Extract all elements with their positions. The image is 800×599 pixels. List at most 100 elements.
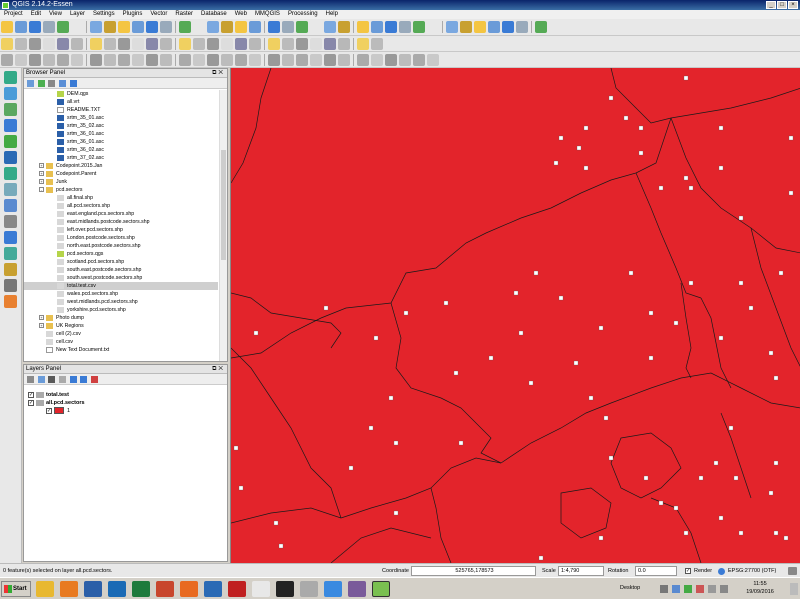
browser-item[interactable]: README.TXT	[24, 106, 218, 114]
digitize-tool-icon[interactable]	[357, 38, 369, 50]
filter-icon[interactable]	[48, 80, 56, 87]
java-taskbar-icon[interactable]	[252, 581, 270, 597]
matlab-taskbar-icon[interactable]	[180, 581, 198, 597]
map-nav-tool-icon[interactable]	[43, 21, 55, 33]
map-nav-tool-icon[interactable]	[338, 21, 350, 33]
network-icon[interactable]	[708, 585, 716, 593]
advanced-edit-tool-icon[interactable]	[235, 54, 247, 66]
add-layer-icon[interactable]	[4, 247, 17, 260]
advanced-edit-tool-icon[interactable]	[385, 54, 397, 66]
browser-item[interactable]: - pcd.sectors	[24, 186, 218, 194]
add-layer-icon[interactable]	[4, 71, 17, 84]
layer-item[interactable]: ✓ total.test	[24, 391, 227, 399]
digitize-tool-icon[interactable]	[71, 38, 83, 50]
menu-project[interactable]: Project	[4, 10, 23, 19]
digitize-tool-icon[interactable]	[90, 38, 102, 50]
map-nav-tool-icon[interactable]	[399, 21, 411, 33]
digitize-tool-icon[interactable]	[15, 38, 27, 50]
show-desktop-button[interactable]	[790, 583, 798, 595]
map-nav-tool-icon[interactable]	[193, 21, 205, 33]
layer-visibility-checkbox[interactable]: ✓	[28, 399, 34, 406]
map-nav-tool-icon[interactable]	[1, 21, 13, 33]
advanced-edit-tool-icon[interactable]	[249, 54, 261, 66]
browser-item[interactable]: south.west.postcode.sectors.shp	[24, 274, 218, 282]
layer-item[interactable]: ✓ all.pcd.sectors	[24, 399, 227, 407]
browser-item[interactable]: pcd.sectors.qgs	[24, 250, 218, 258]
map-nav-tool-icon[interactable]	[446, 21, 458, 33]
add-layer-icon[interactable]	[4, 103, 17, 116]
add-layer-icon[interactable]	[4, 279, 17, 292]
legend-checkbox[interactable]: ✓	[46, 407, 52, 414]
spss-taskbar-icon[interactable]	[228, 581, 246, 597]
advanced-edit-tool-icon[interactable]	[371, 54, 383, 66]
digitize-tool-icon[interactable]	[310, 38, 322, 50]
digitize-tool-icon[interactable]	[118, 38, 130, 50]
panel-window-buttons[interactable]: ⧉✕	[212, 69, 225, 78]
scrollbar-thumb[interactable]	[221, 150, 226, 260]
browser-item[interactable]: New Text Document.txt	[24, 346, 218, 354]
map-nav-tool-icon[interactable]	[104, 21, 116, 33]
refresh-icon[interactable]	[37, 80, 45, 87]
style-icon[interactable]	[27, 376, 34, 383]
browser-item[interactable]: cell.csv	[24, 338, 218, 346]
map-nav-tool-icon[interactable]	[221, 21, 233, 33]
digitize-tool-icon[interactable]	[146, 38, 158, 50]
browser-item[interactable]: + Photo dump	[24, 314, 218, 322]
menu-settings[interactable]: Settings	[93, 10, 115, 19]
map-nav-tool-icon[interactable]	[71, 21, 83, 33]
scale-combobox[interactable]: 1:4,790	[558, 566, 604, 576]
browser-item[interactable]: srtm_36_02.asc	[24, 146, 218, 154]
digitize-tool-icon[interactable]	[324, 38, 336, 50]
digitize-tool-icon[interactable]	[221, 38, 233, 50]
map-nav-tool-icon[interactable]	[29, 21, 41, 33]
map-nav-tool-icon[interactable]	[310, 21, 322, 33]
legend-item[interactable]: ✓ 1	[24, 407, 227, 415]
map-nav-tool-icon[interactable]	[146, 21, 158, 33]
menu-database[interactable]: Database	[201, 10, 227, 19]
properties-icon[interactable]	[69, 80, 77, 87]
crs-status[interactable]: EPSG:27700 (OTF)	[728, 564, 776, 578]
tray-app-icon[interactable]	[684, 585, 692, 593]
add-group-icon[interactable]	[37, 376, 45, 383]
digitize-tool-icon[interactable]	[132, 38, 144, 50]
menu-web[interactable]: Web	[235, 10, 247, 19]
close-button[interactable]: ×	[788, 1, 798, 9]
tray-app-icon[interactable]	[696, 585, 704, 593]
digitize-tool-icon[interactable]	[1, 38, 13, 50]
map-nav-tool-icon[interactable]	[296, 21, 308, 33]
tray-arrow-icon[interactable]	[660, 585, 668, 593]
firefox-taskbar-icon[interactable]	[60, 581, 78, 597]
browser-item[interactable]: srtm_37_02.asc	[24, 154, 218, 162]
expand-icon[interactable]: +	[39, 163, 44, 169]
map-nav-tool-icon[interactable]	[15, 21, 27, 33]
digitize-tool-icon[interactable]	[249, 38, 261, 50]
filter-legend-icon[interactable]	[48, 376, 56, 383]
advanced-edit-tool-icon[interactable]	[1, 54, 13, 66]
advanced-edit-tool-icon[interactable]	[357, 54, 369, 66]
digitize-tool-icon[interactable]	[29, 38, 41, 50]
advanced-edit-tool-icon[interactable]	[57, 54, 69, 66]
map-nav-tool-icon[interactable]	[535, 21, 547, 33]
expand-icon[interactable]: +	[39, 323, 44, 329]
outlook-taskbar-icon[interactable]	[108, 581, 126, 597]
files-taskbar-icon[interactable]	[300, 581, 318, 597]
advanced-edit-tool-icon[interactable]	[221, 54, 233, 66]
map-nav-tool-icon[interactable]	[502, 21, 514, 33]
map-nav-tool-icon[interactable]	[357, 21, 369, 33]
map-nav-tool-icon[interactable]	[207, 21, 219, 33]
expand-icon[interactable]: +	[39, 171, 44, 177]
expand-icon[interactable]: +	[39, 315, 44, 321]
add-layer-icon[interactable]	[4, 183, 17, 196]
volume-icon[interactable]	[720, 585, 728, 593]
add-layer-icon[interactable]	[4, 167, 17, 180]
map-nav-tool-icon[interactable]	[282, 21, 294, 33]
advanced-edit-tool-icon[interactable]	[193, 54, 205, 66]
menu-raster[interactable]: Raster	[175, 10, 193, 19]
digitize-tool-icon[interactable]	[104, 38, 116, 50]
advanced-edit-tool-icon[interactable]	[207, 54, 219, 66]
layer-visibility-checkbox[interactable]: ✓	[28, 391, 34, 398]
map-nav-tool-icon[interactable]	[516, 21, 528, 33]
browser-item[interactable]: + Codepoint.Parent	[24, 170, 218, 178]
render-checkbox[interactable]: ✓	[685, 568, 691, 574]
browser-item[interactable]: east.england.pcs.sectors.shp	[24, 210, 218, 218]
